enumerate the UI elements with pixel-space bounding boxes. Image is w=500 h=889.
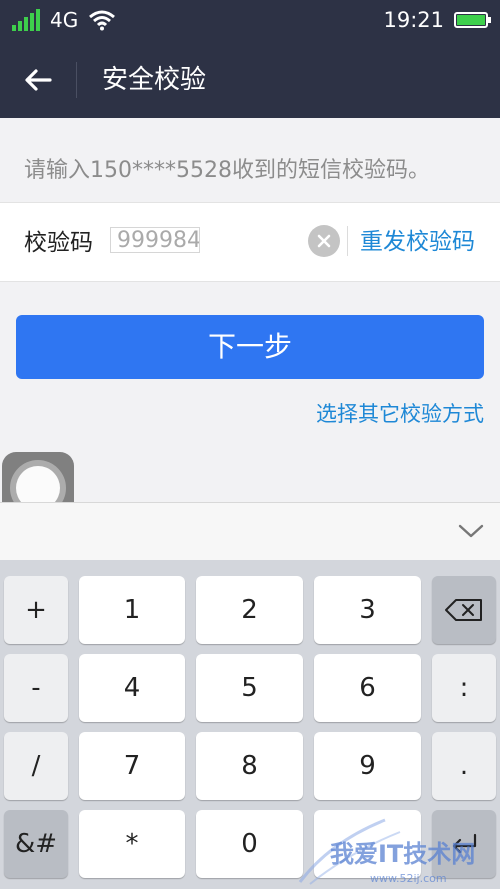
page-title: 安全校验 xyxy=(102,65,207,95)
key-period[interactable]: . xyxy=(432,732,496,800)
key-5[interactable]: 5 xyxy=(196,654,303,722)
key-symbols[interactable]: &# xyxy=(4,810,68,878)
key-7[interactable]: 7 xyxy=(79,732,185,800)
key-6[interactable]: 6 xyxy=(314,654,421,722)
key-slash[interactable]: / xyxy=(4,732,68,800)
code-label: 校验码 xyxy=(24,230,93,256)
backspace-icon xyxy=(445,599,482,621)
key-2[interactable]: 2 xyxy=(196,576,303,644)
back-button[interactable] xyxy=(0,42,76,118)
status-bar: 4G 19:21 xyxy=(0,0,500,42)
clock: 19:21 xyxy=(383,8,444,32)
battery-icon xyxy=(454,12,491,28)
enter-icon xyxy=(452,833,477,854)
clear-circle-icon xyxy=(317,234,331,248)
title-bar: 安全校验 xyxy=(0,42,500,118)
next-step-button[interactable]: 下一步 xyxy=(16,315,484,379)
chevron-down-icon[interactable] xyxy=(456,519,486,543)
other-verification-method-link[interactable]: 选择其它校验方式 xyxy=(316,398,484,428)
key-1[interactable]: 1 xyxy=(79,576,185,644)
key-3[interactable]: 3 xyxy=(314,576,421,644)
sms-hint-text: 请输入150****5528收到的短信校验码。 xyxy=(24,158,430,183)
key-asterisk[interactable]: * xyxy=(79,810,185,878)
key-colon[interactable]: : xyxy=(432,654,496,722)
signal-icon xyxy=(12,9,40,31)
resend-code-button[interactable]: 重发校验码 xyxy=(360,202,475,282)
key-8[interactable]: 8 xyxy=(196,732,303,800)
numeric-keyboard: + 1 2 3 - 4 5 6 : / 7 8 9 . &# * 0 xyxy=(0,560,500,889)
wifi-icon xyxy=(89,10,116,31)
key-backspace[interactable] xyxy=(432,576,496,644)
key-0[interactable]: 0 xyxy=(196,810,303,878)
key-enter[interactable] xyxy=(432,810,496,878)
key-blank[interactable] xyxy=(314,810,421,878)
key-plus[interactable]: + xyxy=(4,576,68,644)
keyboard-toolbar xyxy=(0,502,500,560)
key-9[interactable]: 9 xyxy=(314,732,421,800)
code-input[interactable]: 999984 xyxy=(110,227,200,253)
key-minus[interactable]: - xyxy=(4,654,68,722)
arrow-left-icon xyxy=(25,69,52,91)
resend-divider xyxy=(347,226,348,256)
clear-input-button[interactable] xyxy=(308,225,340,257)
title-divider xyxy=(76,62,77,98)
key-4[interactable]: 4 xyxy=(79,654,185,722)
network-type: 4G xyxy=(50,8,79,32)
